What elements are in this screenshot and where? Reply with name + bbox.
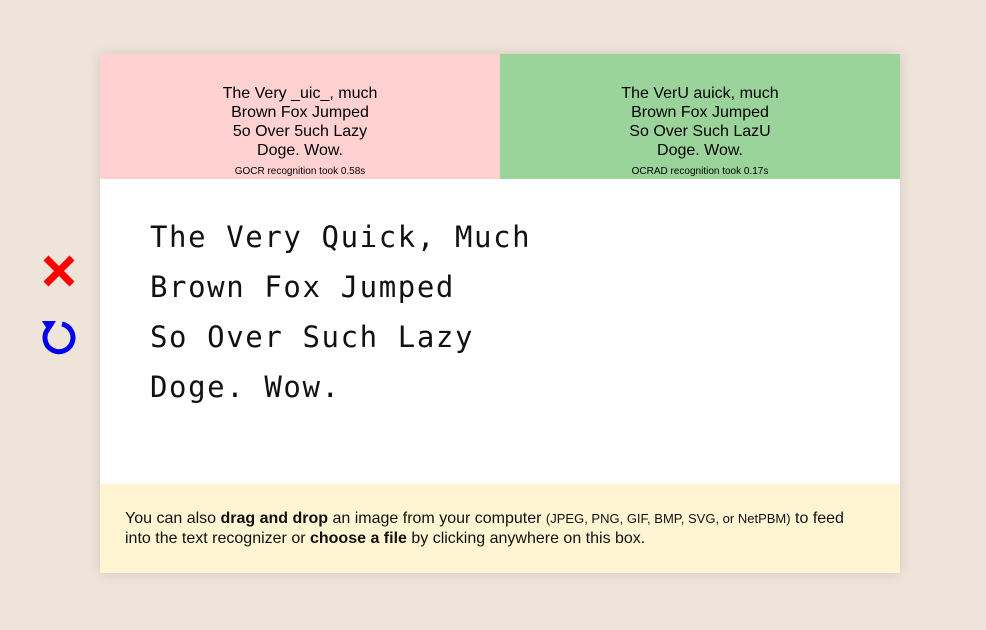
gocr-result-panel: The Very _uic_, much Brown Fox Jumped 5o… [100,54,500,179]
clear-button[interactable] [40,252,78,290]
dropzone-text-2: an image from your computer [328,510,546,527]
canvas-text-line: So Over Such Lazy [150,320,475,354]
ocrad-timing: OCRAD recognition took 0.17s [631,166,769,177]
dropzone-text-1: You can also [125,510,221,527]
drawing-canvas[interactable]: The Very Quick, Much Brown Fox Jumped So… [100,179,900,484]
dropzone-text-4: by clicking anywhere on this box. [406,530,646,547]
recognition-results: The Very _uic_, much Brown Fox Jumped 5o… [100,54,900,179]
close-icon [43,255,75,287]
reload-icon [42,321,76,355]
canvas-text-line: Doge. Wow. [150,370,341,404]
gocr-timing: GOCR recognition took 0.58s [234,166,366,177]
dropzone-instructions: You can also drag and drop an image from… [125,509,865,549]
file-dropzone[interactable]: You can also drag and drop an image from… [100,484,900,573]
ocrad-result-panel: The VerU auick, much Brown Fox Jumped So… [500,54,900,179]
drag-drop-emphasis: drag and drop [220,510,329,527]
canvas-text-line: The Very Quick, Much [150,220,532,254]
canvas-text-line: Brown Fox Jumped [150,270,455,304]
gocr-recognized-text: The Very _uic_, much Brown Fox Jumped 5o… [222,85,378,159]
choose-file-link[interactable]: choose a file [310,530,407,547]
reload-button[interactable] [40,317,78,355]
ocrad-recognized-text: The VerU auick, much Brown Fox Jumped So… [621,85,779,159]
supported-formats: (JPEG, PNG, GIF, BMP, SVG, or NetPBM) [545,511,791,526]
ocr-card: The Very _uic_, much Brown Fox Jumped 5o… [100,54,900,573]
